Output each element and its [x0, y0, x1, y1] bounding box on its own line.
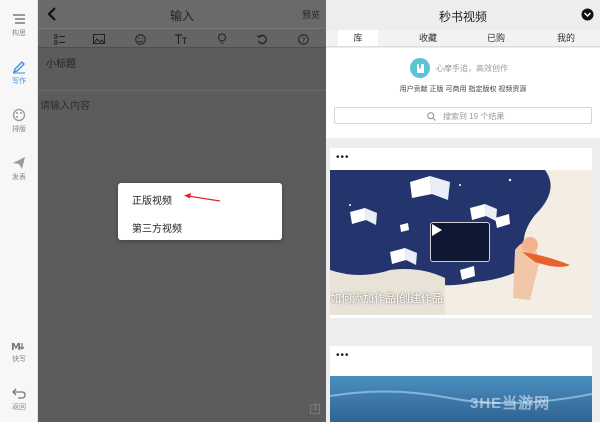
sidebar-item-label: 写作 [12, 78, 26, 85]
help-icon[interactable]: ? [296, 32, 310, 46]
play-button[interactable] [430, 222, 490, 262]
more-options-button[interactable]: ••• [336, 350, 350, 361]
arrow-annotation-icon [184, 193, 221, 202]
image-icon[interactable] [92, 32, 106, 46]
sidebar-item-label: 构思 [12, 30, 26, 37]
editor-header: 输入 预览 [38, 0, 326, 28]
video-thumbnail[interactable] [330, 376, 592, 422]
search-input[interactable]: 搜索到 19 个结果 [334, 107, 592, 124]
video-panel: 秒书视频 库 收藏 已购 我的 心摩手追，高效创作 用户贡献 正版 可商用 指定… [326, 0, 600, 422]
tab-mine[interactable]: 我的 [546, 30, 586, 46]
panel-title: 秒书视频 [438, 10, 487, 24]
sidebar-item-label: 快写 [12, 356, 26, 363]
video-card[interactable]: ••• 如何添加作品|创建作品 [330, 148, 592, 318]
lightbulb-icon[interactable] [215, 32, 229, 46]
divider [38, 90, 326, 91]
video-card[interactable]: ••• [330, 346, 592, 422]
palette-icon [12, 108, 26, 122]
editor-title: 输入 [169, 9, 194, 23]
collapse-icon[interactable] [581, 8, 594, 21]
menu-item-licensed-video[interactable]: 正版视频 [132, 192, 172, 207]
menu-item-third-party-video[interactable]: 第三方视频 [132, 220, 182, 235]
sidebar-item-label: 返回 [12, 404, 26, 411]
return-icon [12, 388, 26, 399]
markdown-icon: M [11, 342, 25, 352]
sidebar-item-outline[interactable]: 构思 [0, 12, 38, 52]
play-icon [432, 224, 442, 236]
sidebar-item-label: 排版 [12, 126, 26, 133]
text-format-icon[interactable] [174, 32, 188, 46]
tab-favorites[interactable]: 收藏 [408, 30, 448, 46]
sidebar-item-publish[interactable]: 发表 [0, 156, 38, 196]
list-icon[interactable] [52, 32, 66, 46]
sidebar-item-label: 发表 [12, 174, 26, 181]
slogan: 心摩手追，高效创作 [436, 64, 508, 73]
video-caption: 如何添加作品|创建作品 [330, 293, 443, 305]
editor-area: 输入 预览 ? 小标题 请输入内容 正版视频 第三方视频 3 [38, 0, 326, 422]
subtitle-field[interactable]: 小标题 [46, 55, 76, 70]
panel-header: 秒书视频 [326, 0, 600, 30]
sidebar-item-quickwrite[interactable]: M 快写 [0, 340, 38, 380]
search-placeholder: 搜索到 19 个结果 [443, 112, 505, 121]
emoji-icon[interactable] [133, 32, 147, 46]
sidebar: 构思 写作 排版 发表 M 快写 返回 [0, 0, 38, 422]
more-options-button[interactable]: ••• [336, 152, 350, 163]
pen-icon [12, 61, 25, 74]
book-logo-icon [416, 63, 424, 73]
undo-icon[interactable] [255, 32, 269, 46]
outline-icon [13, 14, 25, 24]
rights-text: 用户贡献 正版 可商用 指定版权 视频资源 [399, 86, 527, 93]
help-glyph: ? [301, 36, 305, 44]
sidebar-item-return[interactable]: 返回 [0, 386, 38, 422]
editor-toolbar: ? [38, 28, 326, 48]
watermark: 3HE当游网 [470, 395, 551, 412]
svg-text:M: M [11, 342, 21, 352]
tab-purchased[interactable]: 已购 [476, 30, 516, 46]
preview-button[interactable]: 预览 [302, 8, 320, 21]
search-icon [427, 112, 436, 121]
resize-handle[interactable]: 3 [310, 404, 320, 414]
content-input[interactable]: 请输入内容 [40, 97, 90, 112]
tab-library[interactable]: 库 [338, 30, 378, 46]
video-thumbnail-image [330, 376, 592, 422]
logo [410, 58, 430, 78]
panel-tabs: 库 收藏 已购 我的 [326, 30, 600, 47]
sidebar-item-write[interactable]: 写作 [0, 60, 38, 100]
send-icon [13, 157, 25, 169]
video-thumbnail[interactable]: 如何添加作品|创建作品 [330, 170, 592, 315]
sidebar-item-layout[interactable]: 排版 [0, 108, 38, 148]
